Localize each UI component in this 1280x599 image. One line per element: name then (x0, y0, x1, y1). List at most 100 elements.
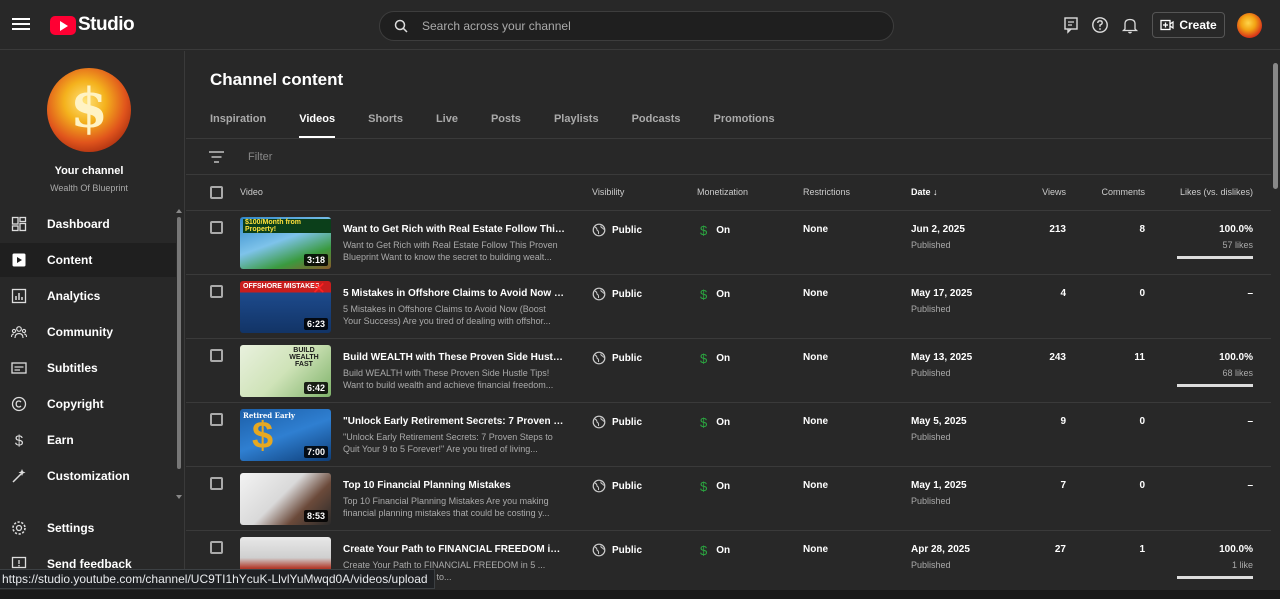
comments-cell[interactable]: 11 (1134, 352, 1145, 363)
tab-promotions[interactable]: Promotions (714, 108, 775, 138)
help-icon[interactable] (1091, 16, 1109, 34)
row-checkbox[interactable] (210, 413, 223, 426)
visibility-cell[interactable]: Public (592, 287, 642, 301)
sidebar-item-label: Content (47, 253, 93, 267)
column-date[interactable]: Date ↓ (911, 187, 938, 197)
comments-cell[interactable]: 1 (1139, 544, 1145, 555)
create-button[interactable]: Create (1152, 12, 1225, 38)
sidebar-scrollbar-thumb[interactable] (177, 217, 181, 469)
video-title[interactable]: 5 Mistakes in Offshore Claims to Avoid N… (343, 288, 565, 299)
sidebar-item-subtitles[interactable]: Subtitles (0, 351, 176, 385)
row-checkbox[interactable] (210, 477, 223, 490)
sidebar-item-content[interactable]: Content (0, 243, 176, 277)
filter-input[interactable] (248, 151, 548, 163)
studio-logo[interactable]: Studio (50, 14, 135, 36)
monetization-cell[interactable]: $ On (700, 415, 730, 430)
main-scrollbar-thumb[interactable] (1273, 63, 1278, 189)
comments-cell[interactable]: 0 (1139, 416, 1145, 427)
row-checkbox[interactable] (210, 541, 223, 554)
search-input[interactable] (422, 16, 872, 36)
monetization-cell[interactable]: $ On (700, 479, 730, 494)
video-title[interactable]: Top 10 Financial Planning Mistakes (343, 480, 565, 491)
visibility-cell[interactable]: Public (592, 223, 642, 237)
scroll-down-icon[interactable] (176, 495, 182, 499)
sidebar-item-community[interactable]: Community (0, 315, 176, 349)
sidebar-item-earn[interactable]: $ Earn (0, 423, 176, 457)
youtube-logo-icon (50, 15, 76, 35)
column-views[interactable]: Views (1042, 187, 1066, 197)
column-restrictions[interactable]: Restrictions (803, 187, 850, 197)
select-all-checkbox[interactable] (210, 186, 223, 199)
sidebar-item-copyright[interactable]: Copyright (0, 387, 176, 421)
sidebar-item-label: Earn (47, 433, 74, 447)
tab-playlists[interactable]: Playlists (554, 108, 599, 138)
likes-count: 57 likes (1222, 240, 1253, 250)
video-title[interactable]: Want to Get Rich with Real Estate Follow… (343, 224, 565, 235)
table-row[interactable]: 8:53 Top 10 Financial Planning Mistakes … (186, 467, 1271, 531)
filter-icon[interactable] (209, 151, 224, 163)
video-thumbnail[interactable]: BUILD WEALTH FAST 6:42 (240, 345, 331, 397)
video-thumbnail[interactable]: OFFSHORE MISTAKES ✕ 6:23 (240, 281, 331, 333)
likes-percent: – (1247, 288, 1253, 299)
sidebar-item-analytics[interactable]: Analytics (0, 279, 176, 313)
tab-inspiration[interactable]: Inspiration (210, 108, 266, 138)
likes-ratio-bar (1177, 576, 1253, 579)
table-row[interactable]: OFFSHORE MISTAKES ✕ 6:23 5 Mistakes in O… (186, 275, 1271, 339)
column-date-label: Date (911, 187, 931, 197)
sidebar-item-label: Analytics (47, 289, 101, 303)
menu-icon[interactable] (12, 15, 30, 33)
tab-podcasts[interactable]: Podcasts (632, 108, 681, 138)
sidebar-item-customization[interactable]: Customization (0, 459, 176, 493)
monetization-cell[interactable]: $ On (700, 543, 730, 558)
row-checkbox[interactable] (210, 349, 223, 362)
video-thumbnail[interactable]: 8:53 (240, 473, 331, 525)
video-title[interactable]: Create Your Path to FINANCIAL FREEDOM in… (343, 544, 565, 555)
column-likes[interactable]: Likes (vs. dislikes) (1180, 187, 1253, 197)
table-row[interactable]: Retired Early $ 7:00 "Unlock Early Retir… (186, 403, 1271, 467)
tab-videos[interactable]: Videos (299, 108, 335, 138)
comments-cell[interactable]: 0 (1139, 480, 1145, 491)
video-title[interactable]: Build WEALTH with These Proven Side Hust… (343, 352, 565, 363)
table-row[interactable]: BUILD WEALTH FAST 6:42 Build WEALTH with… (186, 339, 1271, 403)
search-bar[interactable] (379, 11, 894, 41)
monetization-cell[interactable]: $ On (700, 287, 730, 302)
row-checkbox[interactable] (210, 285, 223, 298)
video-thumbnail[interactable]: $100/Month from Property! 3:18 (240, 217, 331, 269)
video-thumbnail[interactable]: Retired Early $ 7:00 (240, 409, 331, 461)
restrictions-cell: None (803, 416, 828, 427)
thumbnail-caption: OFFSHORE MISTAKES (243, 283, 320, 290)
monetization-cell[interactable]: $ On (700, 351, 730, 366)
tab-shorts[interactable]: Shorts (368, 108, 403, 138)
comments-cell[interactable]: 8 (1139, 224, 1145, 235)
table-row[interactable]: $100/Month from Property! 3:18 Want to G… (186, 211, 1271, 275)
visibility-label: Public (612, 224, 643, 236)
account-avatar[interactable] (1237, 13, 1262, 38)
row-checkbox[interactable] (210, 221, 223, 234)
subtitles-icon (11, 362, 27, 374)
visibility-cell[interactable]: Public (592, 543, 642, 557)
scroll-up-icon[interactable] (176, 209, 182, 213)
settings-icon (12, 521, 26, 535)
video-duration: 3:18 (303, 254, 328, 266)
date-cell: May 5, 2025 (911, 416, 967, 427)
messages-icon[interactable] (1062, 16, 1080, 34)
column-monetization[interactable]: Monetization (697, 187, 748, 197)
comments-cell[interactable]: 0 (1139, 288, 1145, 299)
likes-count: 1 like (1231, 560, 1253, 570)
sidebar-item-settings[interactable]: Settings (0, 511, 176, 545)
visibility-cell[interactable]: Public (592, 479, 642, 493)
video-title[interactable]: "Unlock Early Retirement Secrets: 7 Prov… (343, 416, 565, 427)
tab-posts[interactable]: Posts (491, 108, 521, 138)
notifications-icon[interactable] (1121, 16, 1139, 34)
visibility-cell[interactable]: Public (592, 415, 642, 429)
column-comments[interactable]: Comments (1101, 187, 1145, 197)
main-scrollbar[interactable] (1272, 51, 1280, 599)
likes-count: 68 likes (1222, 368, 1253, 378)
sidebar-scrollbar[interactable] (176, 209, 182, 499)
channel-avatar[interactable]: $ (47, 68, 131, 152)
tab-live[interactable]: Live (436, 108, 458, 138)
column-visibility[interactable]: Visibility (592, 187, 624, 197)
monetization-cell[interactable]: $ On (700, 223, 730, 238)
visibility-cell[interactable]: Public (592, 351, 642, 365)
sidebar-item-dashboard[interactable]: Dashboard (0, 207, 176, 241)
